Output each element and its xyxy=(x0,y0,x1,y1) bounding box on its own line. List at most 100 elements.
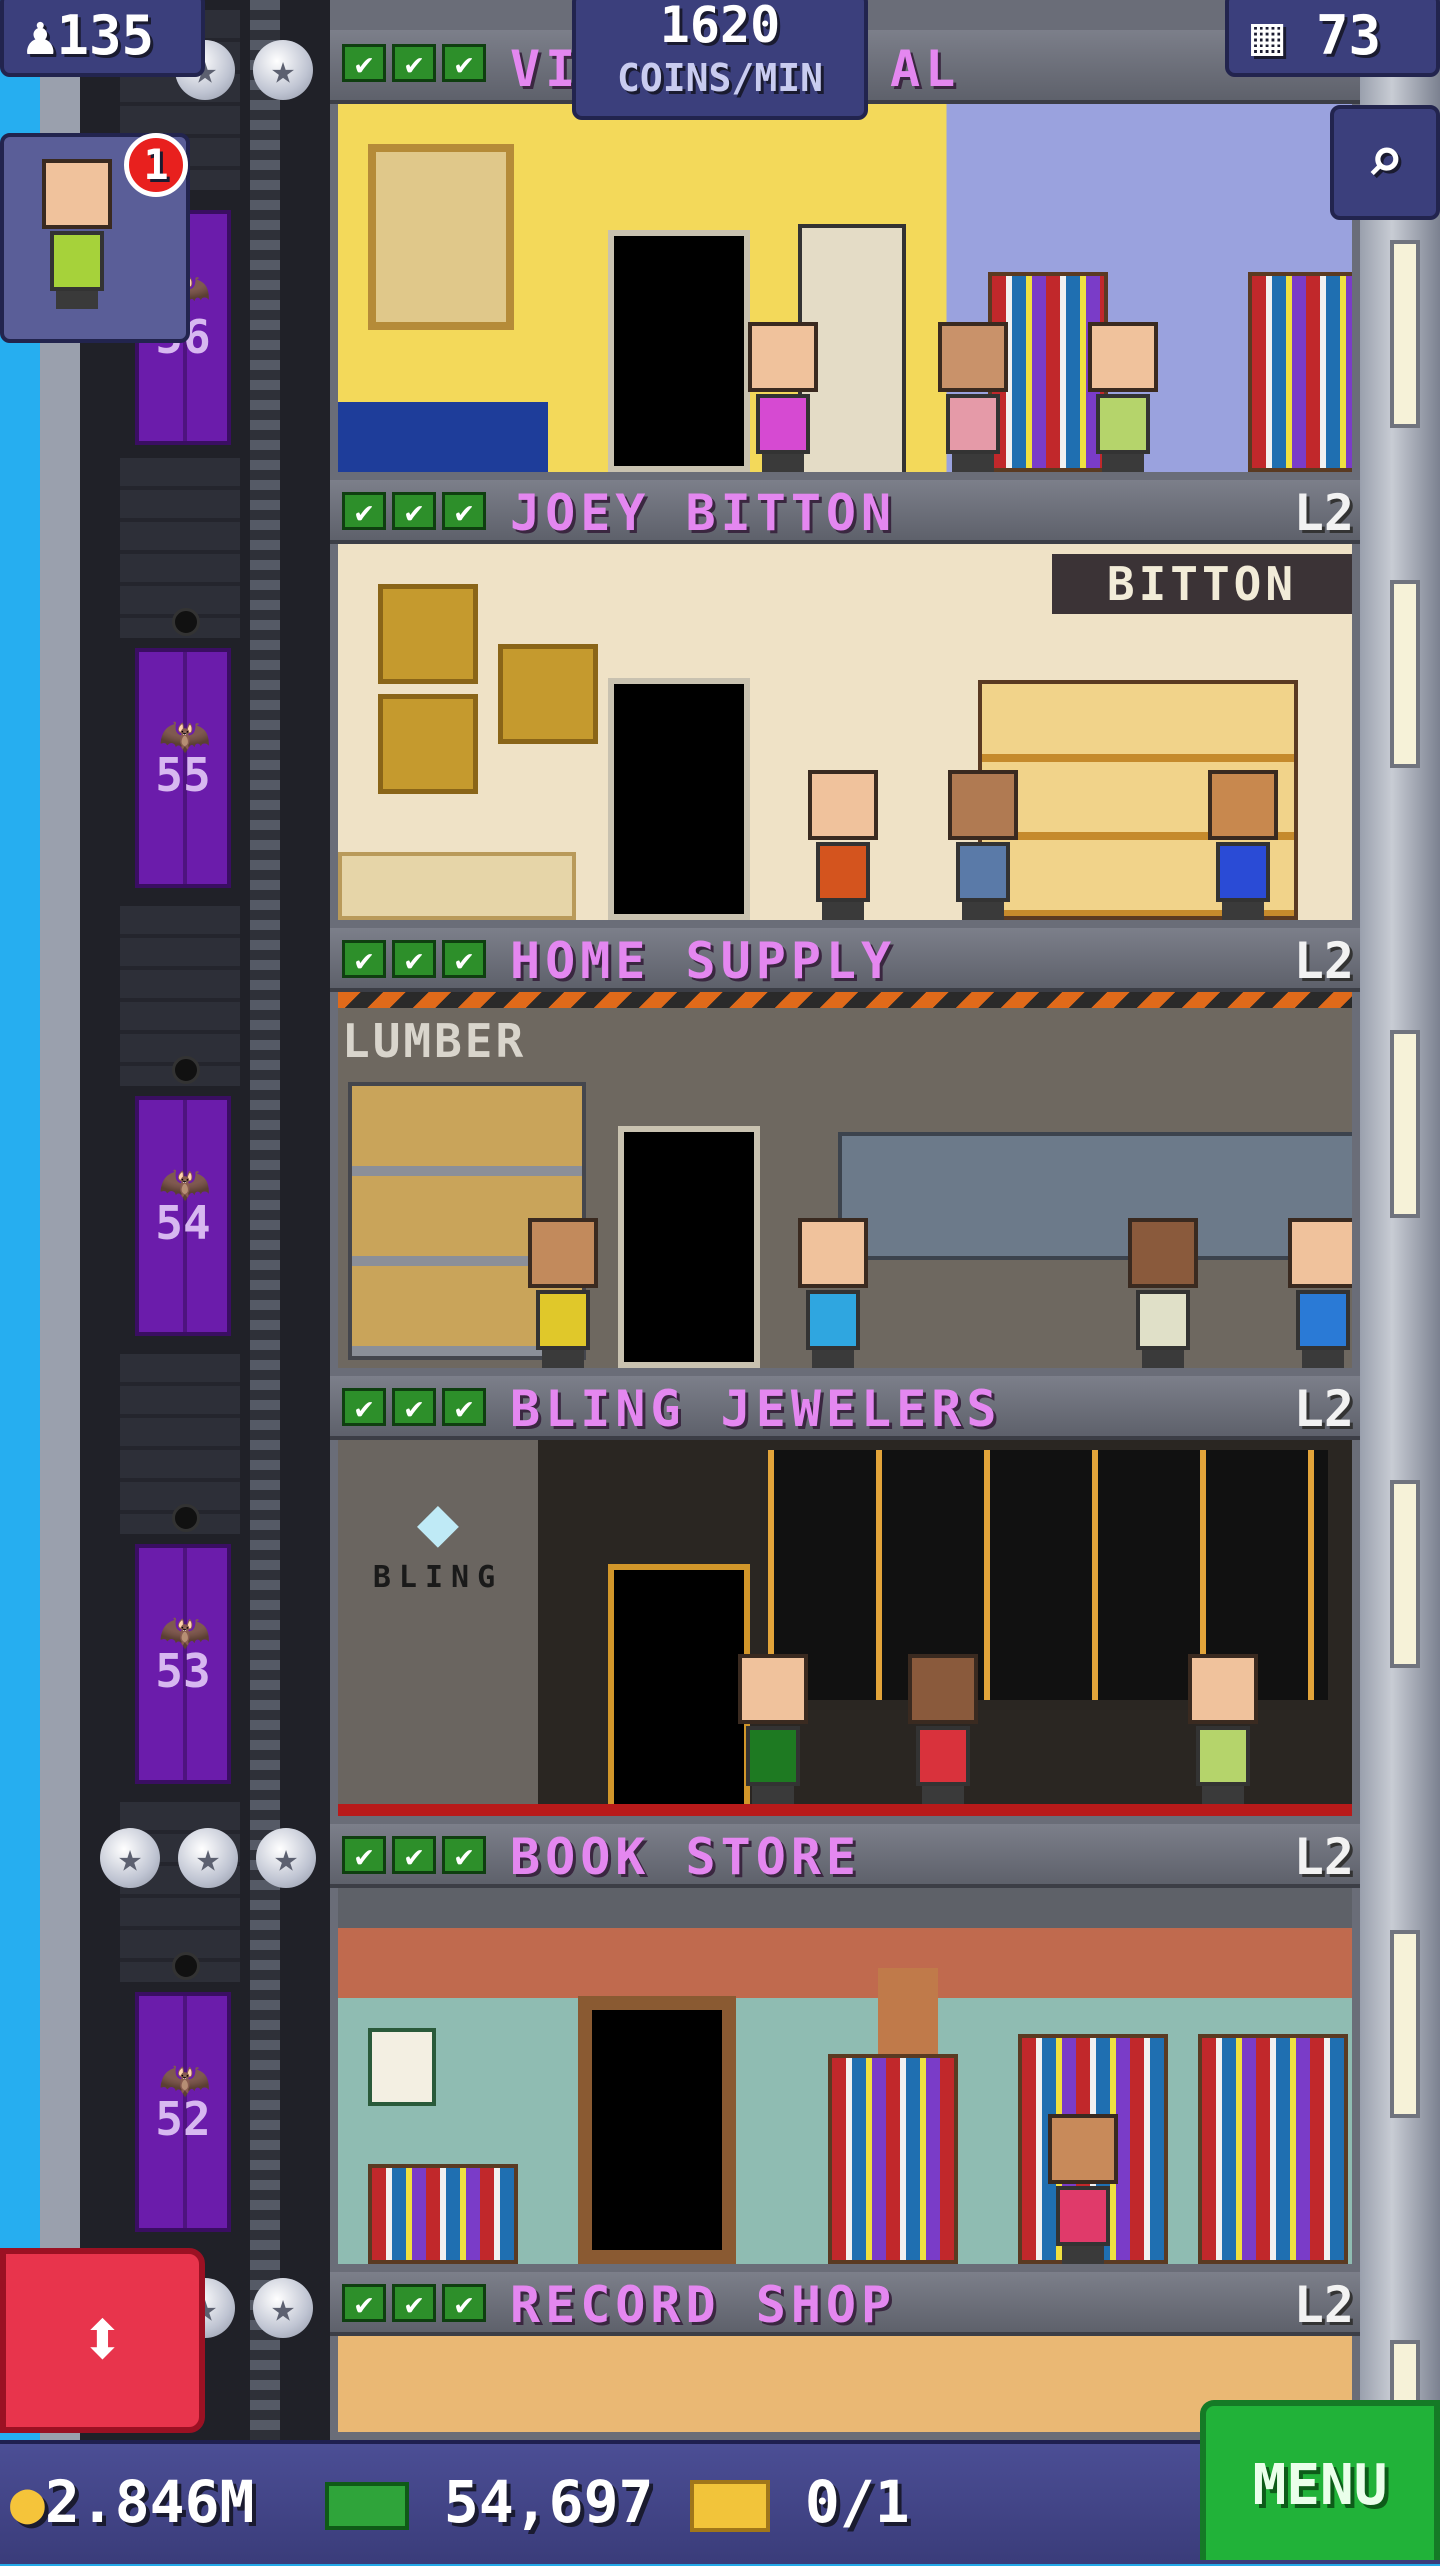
check-icon: ✔ xyxy=(342,492,386,530)
check-icon: ✔ xyxy=(442,2284,486,2322)
book-crate xyxy=(368,2164,518,2264)
store-sign: BITTON xyxy=(1052,554,1352,614)
bitizen[interactable] xyxy=(938,770,1028,920)
floor-title-bar: ✔ ✔ ✔ BOOK STORE L2 xyxy=(330,1824,1360,1888)
tower-outer-wall-left xyxy=(40,0,80,2440)
check-icon: ✔ xyxy=(392,2284,436,2322)
check-icon: ✔ xyxy=(342,1836,386,1874)
building-icon: ▦ xyxy=(1251,4,1284,67)
floor-title-bar: ✔ ✔ ✔ BLING JEWELERS L2 xyxy=(330,1376,1360,1440)
check-icon: ✔ xyxy=(342,44,386,82)
check-icon: ✔ xyxy=(342,1388,386,1426)
coins-per-min-label: COINS/MIN xyxy=(617,56,823,100)
bitizen[interactable] xyxy=(728,1654,818,1804)
notification-badge: 1 xyxy=(124,133,188,197)
store-sign: BLING xyxy=(372,1560,504,1595)
floor-level: L2 xyxy=(1293,2276,1354,2334)
floor-joey-bitton[interactable]: ✔ ✔ ✔ JOEY BITTON L2 BITTON xyxy=(330,480,1360,928)
floor-level: L2 xyxy=(1293,1828,1354,1886)
floor-name: BOOK STORE xyxy=(510,1828,862,1886)
floor-home-supply[interactable]: ✔ ✔ ✔ HOME SUPPLY L2 LUMBER xyxy=(330,928,1360,1376)
floor-bling-jewelers[interactable]: ✔ ✔ ✔ BLING JEWELERS L2 ◆ BLING xyxy=(330,1376,1360,1824)
check-icon: ✔ xyxy=(442,1388,486,1426)
red-carpet xyxy=(338,1804,1352,1816)
bitizen[interactable] xyxy=(788,1218,878,1368)
bitizen[interactable] xyxy=(1278,1218,1352,1368)
menu-button[interactable]: MENU xyxy=(1200,2400,1440,2560)
floor-room[interactable]: LUMBER xyxy=(338,992,1352,1368)
floor-name: HOME SUPPLY xyxy=(510,932,897,990)
floor-number: 52 xyxy=(155,2092,211,2146)
person-icon: ♟ xyxy=(24,4,57,67)
bitizen[interactable] xyxy=(898,1654,988,1804)
check-icon: ✔ xyxy=(442,940,486,978)
visitor-avatar xyxy=(32,159,122,309)
shaft-floor-55: 🦇 55 xyxy=(80,448,330,896)
floor-number: 55 xyxy=(155,748,211,802)
shaft-floor-54: 🦇 54 xyxy=(80,896,330,1344)
lamp-icon xyxy=(172,608,200,636)
star-icon: ★ xyxy=(178,1828,238,1888)
check-icon: ✔ xyxy=(342,940,386,978)
bitizen[interactable] xyxy=(1118,1218,1208,1368)
bitizen[interactable] xyxy=(518,1218,608,1368)
up-down-arrows-icon: ⬍ xyxy=(78,2292,127,2385)
floors-counter[interactable]: ▦ 73 xyxy=(1225,0,1440,77)
elevator-shaft[interactable]: 🦇 56 🦇 55 🦇 54 🦇 53 🦇 52 xyxy=(80,0,330,2440)
display-counter xyxy=(338,852,576,920)
bitizen[interactable] xyxy=(738,322,828,472)
stock-checks: ✔ ✔ ✔ xyxy=(342,1388,486,1426)
bitizen[interactable] xyxy=(928,322,1018,472)
window xyxy=(1390,1930,1420,2118)
check-icon: ✔ xyxy=(392,1836,436,1874)
coins-per-min-value: 1620 xyxy=(659,0,781,54)
shop-door xyxy=(578,1996,736,2264)
check-icon: ✔ xyxy=(392,492,436,530)
bux-icon xyxy=(325,2481,409,2530)
elevator-up-down-button[interactable]: ⬍ xyxy=(0,2248,205,2433)
population-counter[interactable]: ♟135 xyxy=(0,0,205,77)
bitizen[interactable] xyxy=(798,770,888,920)
check-icon: ✔ xyxy=(342,2284,386,2322)
check-icon: ✔ xyxy=(392,940,436,978)
check-icon: ✔ xyxy=(392,1388,436,1426)
floor-level: L2 xyxy=(1293,1380,1354,1438)
shop-door xyxy=(608,230,750,472)
floor-room-arcade[interactable] xyxy=(338,104,1352,472)
counter xyxy=(338,402,548,472)
floor-title-bar: ✔ ✔ ✔ HOME SUPPLY L2 xyxy=(330,928,1360,992)
hazard-stripe xyxy=(338,992,1352,1008)
floor-room[interactable] xyxy=(338,1888,1352,2264)
floor-book-store[interactable]: ✔ ✔ ✔ BOOK STORE L2 xyxy=(330,1824,1360,2272)
search-button[interactable]: ⌕ xyxy=(1330,105,1440,220)
bitizen[interactable] xyxy=(1078,322,1168,472)
stock-checks: ✔ ✔ ✔ xyxy=(342,2284,486,2322)
floor-room[interactable]: ◆ BLING xyxy=(338,1440,1352,1816)
tickets-value: 0/1 xyxy=(804,2468,910,2536)
bux-display[interactable]: 54,697 xyxy=(325,2468,653,2536)
bag-display xyxy=(378,584,478,684)
check-icon: ✔ xyxy=(442,1836,486,1874)
magnifier-icon: ⌕ xyxy=(1365,124,1405,198)
coins-per-min-panel: 1620 COINS/MIN xyxy=(572,0,868,120)
coins-display[interactable]: ●2.846M xyxy=(10,2468,254,2536)
tickets-display[interactable]: 0/1 xyxy=(690,2468,910,2536)
bag-display xyxy=(498,644,598,744)
bux-value: 54,697 xyxy=(443,2468,654,2536)
floors-value: 73 xyxy=(1316,4,1382,67)
bitizen[interactable] xyxy=(1198,770,1288,920)
bitizen[interactable] xyxy=(1178,1654,1268,1804)
coin-icon: ● xyxy=(10,2468,45,2536)
floor-room[interactable]: BITTON xyxy=(338,544,1352,920)
floor-level: L2 xyxy=(1293,932,1354,990)
stock-checks: ✔ ✔ ✔ xyxy=(342,492,486,530)
bitizen[interactable] xyxy=(1038,2114,1128,2264)
stock-checks: ✔ ✔ ✔ xyxy=(342,44,486,82)
ticket-icon xyxy=(690,2479,770,2532)
tool-counter xyxy=(838,1132,1352,1260)
bag-display xyxy=(378,694,478,794)
visitor-notification[interactable]: 1 xyxy=(0,133,190,343)
lamp-icon xyxy=(172,1504,200,1532)
tower-outer-wall-right xyxy=(1360,0,1440,2440)
lamp-icon xyxy=(172,1056,200,1084)
